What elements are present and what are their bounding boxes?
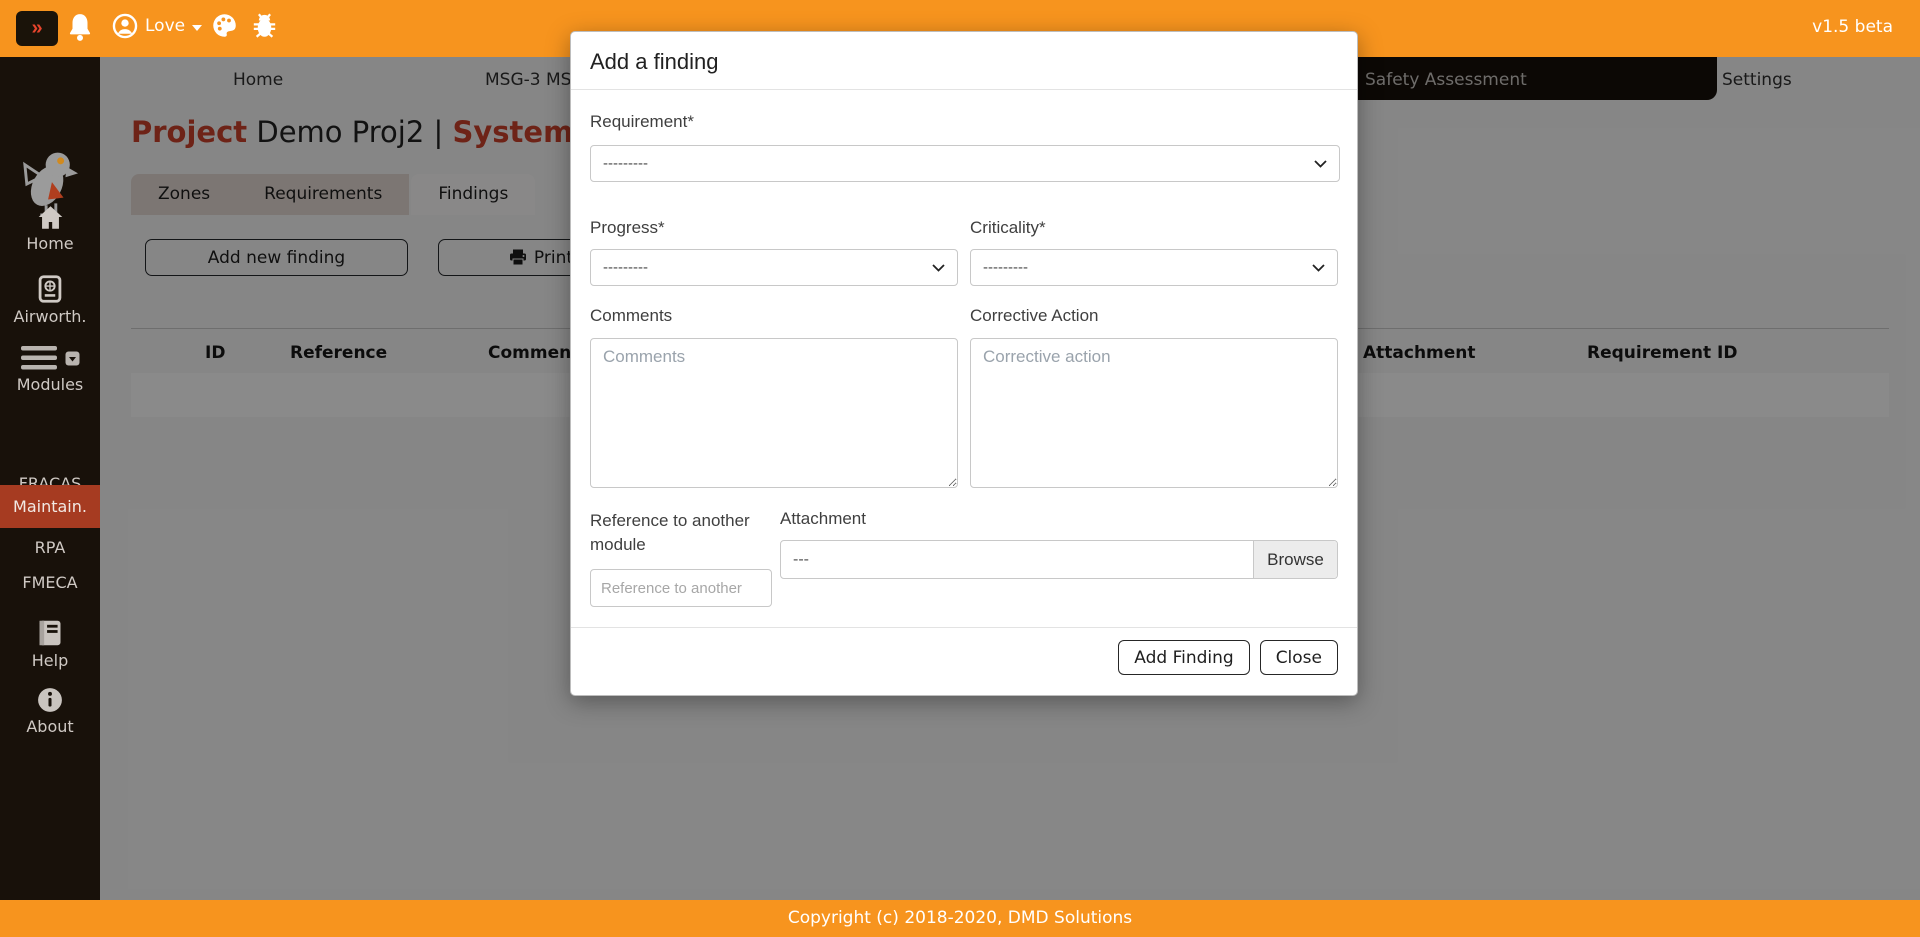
debug-bug-icon[interactable] (251, 12, 278, 43)
app-version-label: v1.5 beta (1812, 17, 1893, 37)
modal-footer: Add Finding Close (571, 627, 1357, 695)
close-button[interactable]: Close (1260, 640, 1338, 675)
sidebar-item-fmeca[interactable]: FMECA (0, 573, 100, 592)
requirement-select-value: --------- (603, 155, 648, 172)
attachment-label: Attachment (780, 509, 1338, 529)
progress-label: Progress* (590, 218, 958, 238)
copyright-label: Copyright (c) 2018-2020, DMD Solutions (788, 908, 1132, 928)
sidebar-item-rpa[interactable]: RPA (0, 538, 100, 557)
criticality-select-value: --------- (983, 259, 1028, 276)
reference-module-label: Reference to another module (590, 509, 770, 557)
corrective-action-label: Corrective Action (970, 306, 1338, 326)
sidebar-item-label: Modules (0, 375, 100, 394)
hamburger-menu-icon (21, 345, 57, 371)
chevron-down-icon (1312, 264, 1325, 272)
sidebar-item-label: Home (0, 234, 100, 253)
sidebar: Home Airworth. Modules FRACAS FTA Mainta… (0, 57, 100, 900)
comments-label: Comments (590, 306, 958, 326)
user-name-label: Love (145, 16, 185, 36)
sidebar-item-label: Help (0, 651, 100, 670)
chevron-down-icon (932, 264, 945, 272)
modal-header: Add a finding (571, 32, 1357, 90)
sidebar-item-about[interactable]: About (0, 687, 100, 736)
dropdown-box-icon (65, 351, 80, 366)
requirement-label: Requirement* (590, 112, 1338, 132)
reference-module-input[interactable] (590, 569, 772, 607)
double-chevron-icon: » (31, 17, 42, 39)
progress-select[interactable]: --------- (590, 249, 958, 286)
home-icon (37, 205, 64, 230)
caret-down-icon (192, 25, 202, 31)
page-footer: Copyright (c) 2018-2020, DMD Solutions (0, 900, 1920, 937)
app-screen: » Love v1.5 beta (0, 0, 1920, 937)
modal-body: Requirement* --------- Progress* -------… (571, 90, 1357, 627)
modal-title: Add a finding (590, 49, 1338, 75)
criticality-label: Criticality* (970, 218, 1338, 238)
criticality-select[interactable]: --------- (970, 249, 1338, 286)
sidebar-item-help[interactable]: Help (0, 619, 100, 670)
sidebar-item-modules[interactable]: Modules (0, 345, 100, 394)
sidebar-item-label: Airworth. (0, 307, 100, 326)
requirement-select[interactable]: --------- (590, 145, 1340, 182)
sidebar-item-maintain-active[interactable]: Maintain. (0, 485, 100, 528)
corrective-action-textarea[interactable] (970, 338, 1338, 488)
help-book-icon (37, 619, 63, 647)
user-avatar-icon (112, 13, 138, 39)
notifications-bell-icon[interactable] (66, 13, 94, 47)
attachment-file-input[interactable]: --- Browse (780, 540, 1338, 579)
info-circle-icon (37, 687, 63, 713)
chevron-down-icon (1314, 160, 1327, 168)
sidebar-toggle-button[interactable]: » (16, 11, 58, 46)
add-finding-button[interactable]: Add Finding (1118, 640, 1249, 675)
attachment-file-value: --- (781, 551, 1253, 569)
sidebar-item-home[interactable]: Home (0, 205, 100, 253)
progress-select-value: --------- (603, 259, 648, 276)
browse-button[interactable]: Browse (1253, 541, 1337, 578)
sidebar-item-label: Maintain. (13, 497, 87, 516)
sidebar-item-label: FMECA (0, 573, 100, 592)
add-finding-modal: Add a finding Requirement* --------- Pro… (570, 31, 1358, 696)
theme-palette-icon[interactable] (211, 12, 238, 43)
user-menu[interactable]: Love (112, 13, 202, 39)
sidebar-item-label: RPA (0, 538, 100, 557)
sidebar-item-label: About (0, 717, 100, 736)
passport-globe-icon (38, 275, 62, 303)
sidebar-item-airworthiness[interactable]: Airworth. (0, 275, 100, 326)
comments-textarea[interactable] (590, 338, 958, 488)
